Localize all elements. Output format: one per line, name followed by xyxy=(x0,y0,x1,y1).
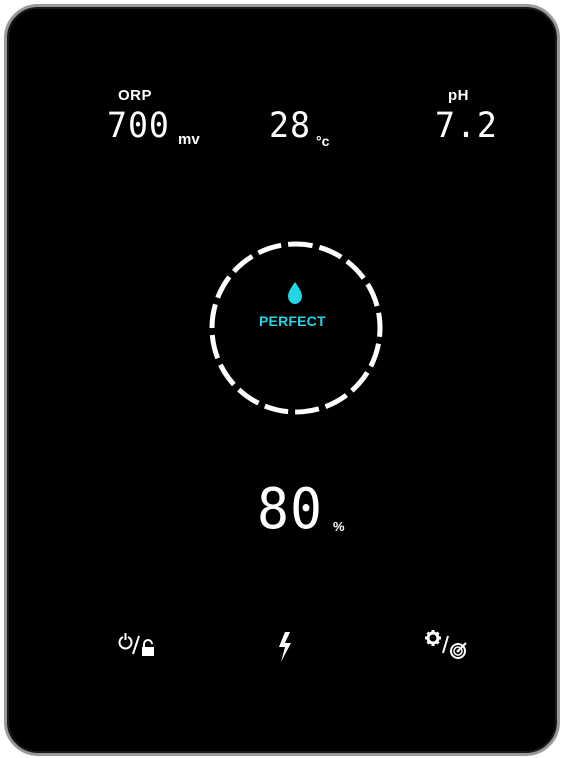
ph-value: 7.2 xyxy=(435,106,498,146)
boost-button[interactable] xyxy=(269,629,321,665)
temperature-value: 28 xyxy=(269,106,311,146)
lightning-icon xyxy=(279,632,291,662)
status-text: PERFECT xyxy=(259,313,326,329)
level-unit: % xyxy=(333,519,345,534)
settings-target-button[interactable] xyxy=(425,629,477,665)
orp-label: ORP xyxy=(118,87,153,104)
power-lock-icon xyxy=(118,633,154,656)
orp-value: 700 xyxy=(107,106,170,146)
level-value: 80 xyxy=(257,477,323,542)
ph-label: pH xyxy=(448,87,469,104)
temperature-unit: °c xyxy=(316,133,330,149)
water-drop-icon xyxy=(288,282,302,304)
power-lock-button[interactable] xyxy=(115,630,167,666)
gear-target-icon xyxy=(425,630,467,659)
orp-unit: mv xyxy=(178,131,200,148)
control-panel: ORP 700 mv 28 °c pH 7.2 PERFECT 80 % xyxy=(4,4,560,756)
